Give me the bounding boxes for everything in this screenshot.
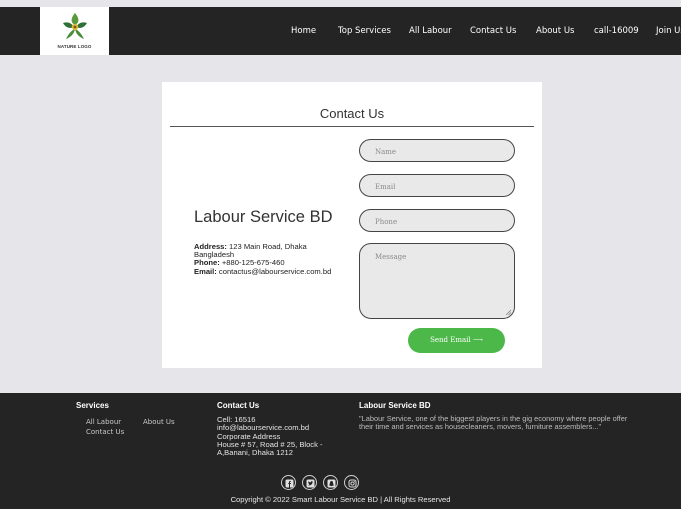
message-placeholder: Message <box>375 253 407 261</box>
resize-handle-icon[interactable] <box>505 309 511 315</box>
footer: Services All Labour About Us Contact Us … <box>0 393 681 509</box>
twitter-icon <box>306 479 315 488</box>
footer-about-title: Labour Service BD <box>359 401 431 410</box>
nav-contact-us[interactable]: Contact Us <box>470 26 516 36</box>
footer-services-title: Services <box>76 401 109 410</box>
logo-text: NATURE LOGO <box>57 44 92 49</box>
snapchat-icon <box>327 479 336 488</box>
nav-about-us[interactable]: About Us <box>536 26 574 36</box>
footer-address-line2: A,Banani, Dhaka 1212 <box>217 448 293 458</box>
nav-call[interactable]: call-16009 <box>594 26 639 36</box>
name-input[interactable]: Name <box>359 139 515 162</box>
email-value: contactus@labourservice.com.bd <box>218 266 332 276</box>
email-placeholder: Email <box>375 183 396 191</box>
footer-contact-title: Contact Us <box>217 401 260 410</box>
footer-contact-info: Cell: 16516 info@labourservice.com.bd Co… <box>217 415 323 458</box>
footer-about-text: "Labour Service, one of the biggest play… <box>359 414 628 432</box>
address-block: Address: 123 Main Road, Dhaka Bangladesh… <box>194 242 354 276</box>
footer-link-about-us[interactable]: About Us <box>143 418 175 426</box>
facebook-icon <box>285 479 294 488</box>
contact-card: Contact Us Labour Service BD Address: 12… <box>162 82 542 368</box>
copyright: Copyright © 2022 Smart Labour Service BD… <box>230 495 451 504</box>
address-line1: 123 Main Road, Dhaka <box>229 242 307 251</box>
email-input[interactable]: Email <box>359 174 515 197</box>
facebook-link[interactable] <box>281 475 296 490</box>
send-email-button[interactable]: Send Email ⟶ <box>408 328 505 353</box>
top-navbar: NATURE LOGO Home Top Services All Labour… <box>0 7 681 55</box>
nature-logo-icon <box>63 13 87 39</box>
name-placeholder: Name <box>375 148 397 156</box>
footer-link-all-labour[interactable]: All Labour <box>86 418 121 426</box>
instagram-icon <box>348 479 357 488</box>
twitter-link[interactable] <box>302 475 317 490</box>
phone-input[interactable]: Phone <box>359 209 515 232</box>
instagram-link[interactable] <box>344 475 359 490</box>
nav-all-labour[interactable]: All Labour <box>409 26 452 36</box>
email-label: Email: <box>194 266 217 276</box>
message-textarea[interactable]: Message <box>359 243 515 319</box>
phone-placeholder: Phone <box>375 218 398 226</box>
snapchat-link[interactable] <box>323 475 338 490</box>
nav-top-services[interactable]: Top Services <box>338 26 391 36</box>
footer-link-contact-us[interactable]: Contact Us <box>86 428 124 436</box>
logo[interactable]: NATURE LOGO <box>40 7 109 55</box>
nav-home[interactable]: Home <box>291 26 316 36</box>
page-title: Contact Us <box>319 106 385 121</box>
title-divider <box>170 126 534 127</box>
nav-join-us[interactable]: Join Us <box>656 26 681 36</box>
company-name: Labour Service BD <box>194 208 333 226</box>
